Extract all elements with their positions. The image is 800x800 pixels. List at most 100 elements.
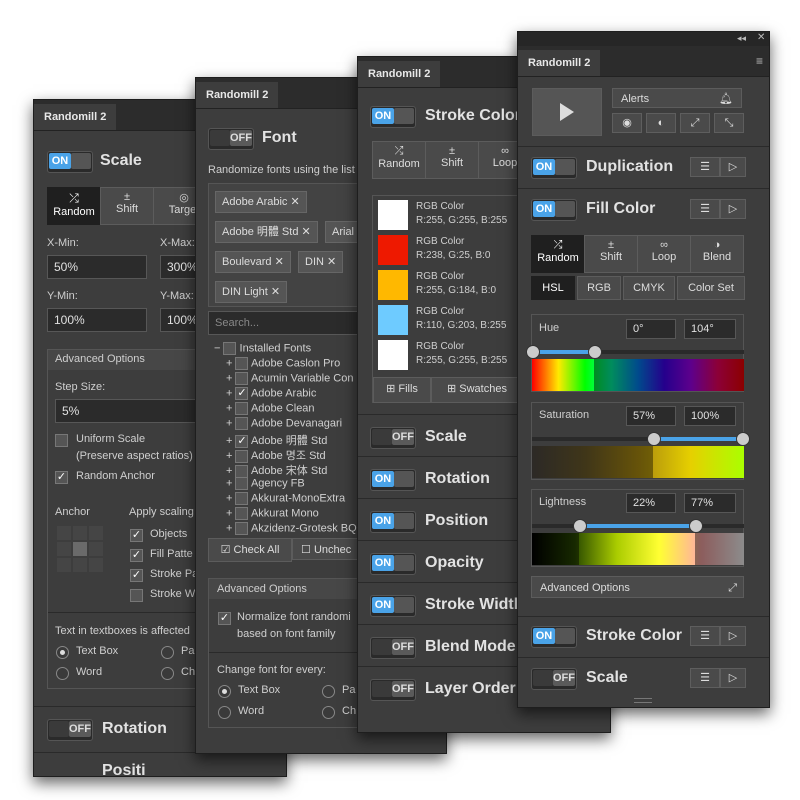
run-icon[interactable]: ▷ xyxy=(720,157,746,177)
font-checkbox[interactable] xyxy=(235,507,249,520)
expand-icon[interactable]: + xyxy=(226,435,235,447)
section-toggle[interactable]: OFF xyxy=(370,637,416,659)
swatches-button[interactable]: ⊞ Swatches xyxy=(431,377,523,403)
close-icon[interactable]: ✕ xyxy=(291,196,300,208)
settings-icon[interactable]: ☰ xyxy=(690,626,720,646)
font-checkbox[interactable] xyxy=(235,464,249,478)
mode-random-button[interactable]: ⤮ Random xyxy=(372,141,426,179)
section-toggle[interactable]: ON xyxy=(370,511,416,533)
saturation-max-field[interactable]: 100% xyxy=(684,406,736,426)
section-toggle[interactable]: ON xyxy=(370,469,416,491)
space-hsl-button[interactable]: HSL xyxy=(531,276,575,300)
font-tree-item[interactable]: + Adobe Caslon Pro xyxy=(226,357,340,370)
font-tree-item[interactable]: + Adobe 명조 Std xyxy=(226,447,326,463)
tab-randomill[interactable]: Randomill 2 xyxy=(196,82,279,108)
font-tree-item[interactable]: + Adobe Devanagari xyxy=(226,417,342,430)
step-size-field[interactable]: 5% xyxy=(55,399,215,423)
font-tree-item[interactable]: + Adobe Clean xyxy=(226,402,315,415)
anchor-grid[interactable] xyxy=(57,526,105,574)
advanced-options-button[interactable]: Advanced Options ⤢ xyxy=(531,576,744,598)
expand-icon[interactable]: + xyxy=(226,477,235,489)
hue-max-handle[interactable] xyxy=(588,345,602,359)
hue-min-handle[interactable] xyxy=(526,345,540,359)
expand-icon[interactable]: + xyxy=(226,507,235,519)
tab-randomill[interactable]: Randomill 2 xyxy=(358,61,441,87)
duplication-toggle[interactable]: ON xyxy=(531,157,577,179)
expand-icon[interactable]: + xyxy=(226,450,235,462)
section-toggle[interactable]: ON xyxy=(370,553,416,575)
collapse-icon[interactable]: ◂◂ xyxy=(737,33,746,44)
close-icon[interactable]: ✕ xyxy=(757,32,765,43)
settings-icon[interactable]: ☰ xyxy=(690,668,720,688)
font-checkbox[interactable] xyxy=(235,492,249,505)
run-icon[interactable]: ▷ xyxy=(720,199,746,219)
font-toggle[interactable]: OFF xyxy=(208,128,254,150)
settings-icon[interactable]: ☰ xyxy=(690,157,720,177)
font-chip[interactable]: Boulevard ✕ xyxy=(215,251,291,273)
radio-paragraph[interactable] xyxy=(161,646,174,659)
uniform-scale-checkbox[interactable] xyxy=(55,434,68,447)
saturation-min-handle[interactable] xyxy=(647,432,661,446)
radio-word[interactable] xyxy=(218,706,231,719)
color-swatch[interactable] xyxy=(378,305,408,335)
scale-toggle[interactable]: ON xyxy=(47,151,93,173)
radio-text-box[interactable] xyxy=(218,685,231,698)
close-icon[interactable]: ✕ xyxy=(271,286,280,298)
font-tree-item[interactable]: + Akkurat-MonoExtra xyxy=(226,492,345,505)
expand-icon[interactable]: + xyxy=(226,402,235,414)
fill-color-toggle[interactable]: ON xyxy=(531,199,577,221)
resize-grip[interactable] xyxy=(634,698,652,703)
scale-toggle[interactable]: OFF xyxy=(531,668,577,690)
expand-icon[interactable]: + xyxy=(226,417,235,429)
font-chip[interactable]: Arial xyxy=(325,221,362,243)
font-checkbox[interactable] xyxy=(235,449,249,463)
color-swatch[interactable] xyxy=(378,235,408,265)
space-cmyk-button[interactable]: CMYK xyxy=(623,276,675,300)
font-tree-item[interactable]: + Akzidenz-Grotesk BQ xyxy=(226,522,357,535)
mode-loop-button[interactable]: ∞ Loop xyxy=(637,235,691,273)
settings-icon[interactable]: ☰ xyxy=(690,199,720,219)
expand-icon[interactable]: + xyxy=(226,492,235,504)
space-color-set-button[interactable]: Color Set xyxy=(677,276,745,300)
close-icon[interactable]: ✕ xyxy=(275,256,284,268)
radio-text-box[interactable] xyxy=(56,646,69,659)
apply-objects-checkbox[interactable]: ✓ xyxy=(130,529,143,542)
expand-icon[interactable]: + xyxy=(226,357,235,369)
space-rgb-button[interactable]: RGB xyxy=(577,276,621,300)
check-all-button[interactable]: ☑ Check All xyxy=(208,538,292,562)
color-swatch[interactable] xyxy=(378,270,408,300)
section-toggle[interactable]: OFF xyxy=(370,679,416,701)
font-tree-item[interactable]: + Akkurat Mono xyxy=(226,507,319,520)
font-tree-item[interactable]: + ✓ Adobe 明體 Std xyxy=(226,432,327,448)
lightness-min-handle[interactable] xyxy=(573,519,587,533)
menu-icon[interactable]: ≡ xyxy=(756,54,763,68)
stroke-color-toggle[interactable]: ON xyxy=(370,106,416,128)
normalize-checkbox[interactable]: ✓ xyxy=(218,612,231,625)
font-checkbox[interactable] xyxy=(235,522,249,535)
section-toggle[interactable]: ON xyxy=(370,595,416,617)
fills-button[interactable]: ⊞ Fills xyxy=(373,377,431,403)
font-chip[interactable]: Adobe Arabic ✕ xyxy=(215,191,307,213)
lightness-max-handle[interactable] xyxy=(689,519,703,533)
expand-icon[interactable]: ⤢ xyxy=(680,113,710,133)
font-checkbox[interactable] xyxy=(235,477,249,490)
apply-stroke-width-checkbox[interactable] xyxy=(130,589,143,602)
play-button[interactable] xyxy=(532,88,602,136)
font-checkbox[interactable]: ✓ xyxy=(235,387,249,400)
font-chip[interactable]: DIN ✕ xyxy=(298,251,344,273)
expand-icon[interactable]: + xyxy=(226,522,235,534)
font-checkbox[interactable] xyxy=(235,357,249,370)
run-icon[interactable]: ▷ xyxy=(720,626,746,646)
color-swatch[interactable] xyxy=(378,200,408,230)
font-checkbox[interactable]: ✓ xyxy=(235,434,249,448)
expand-icon[interactable]: + xyxy=(226,387,235,399)
mode-shift-button[interactable]: ± Shift xyxy=(425,141,479,179)
radio-character[interactable] xyxy=(322,706,335,719)
font-checkbox[interactable] xyxy=(235,372,249,385)
ymin-field[interactable]: 100% xyxy=(47,308,147,332)
rotation-toggle[interactable]: OFF xyxy=(47,719,93,741)
radio-word[interactable] xyxy=(56,667,69,680)
hue-max-field[interactable]: 104° xyxy=(684,319,736,339)
close-icon[interactable]: ✕ xyxy=(302,226,311,238)
font-checkbox[interactable] xyxy=(235,402,249,415)
